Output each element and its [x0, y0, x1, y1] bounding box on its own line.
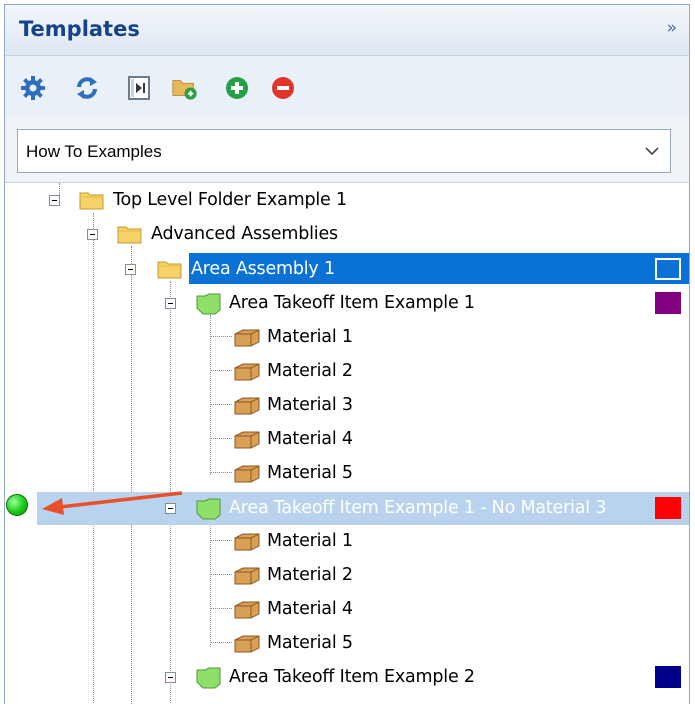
library-select-value: How To Examples [26, 142, 162, 161]
tree-node-label: Material 2 [267, 565, 353, 585]
tree-node-label: Material 1 [267, 531, 353, 551]
tree-node-takeoff-item-1[interactable]: Area Takeoff Item Example 1 [5, 287, 689, 321]
tree-node-label: Material 3 [267, 395, 353, 415]
color-swatch[interactable] [655, 292, 681, 314]
tree-node-takeoff-item-1-no-material-3[interactable]: Area Takeoff Item Example 1 - No Materia… [5, 492, 689, 526]
tree-node-material[interactable]: Material 4 [5, 593, 689, 627]
minus-circle-icon[interactable] [269, 74, 297, 102]
collapse-toggle[interactable] [49, 195, 60, 206]
collapse-toggle[interactable] [165, 672, 176, 683]
material-box-icon [234, 397, 260, 415]
tree-node-label: Material 4 [267, 599, 353, 619]
material-box-icon [234, 465, 260, 483]
material-box-icon [234, 533, 260, 551]
folder-icon [117, 226, 142, 244]
status-indicator-icon [6, 494, 28, 516]
tree-node-top-folder[interactable]: Top Level Folder Example 1 [5, 183, 689, 217]
panel-title: Templates [19, 17, 140, 41]
takeoff-item-icon [196, 667, 221, 689]
tree-node-label: Material 5 [267, 633, 353, 653]
toolbar [5, 56, 689, 116]
folder-add-icon[interactable] [171, 74, 199, 102]
collapse-toggle[interactable] [87, 229, 98, 240]
material-box-icon [234, 329, 260, 347]
template-tree: Top Level Folder Example 1 Advanced Asse… [5, 182, 689, 704]
material-box-icon [234, 431, 260, 449]
tree-node-material[interactable]: Material 5 [5, 627, 689, 661]
tree-node-advanced-assemblies[interactable]: Advanced Assemblies [5, 217, 689, 251]
tree-node-label: Area Takeoff Item Example 2 [229, 667, 475, 687]
tree-node-label: Top Level Folder Example 1 [113, 190, 347, 210]
chevron-down-icon[interactable] [644, 143, 660, 159]
tree-node-material[interactable]: Material 1 [5, 321, 689, 355]
tree-node-material[interactable]: Material 3 [5, 389, 689, 423]
color-swatch[interactable] [655, 666, 681, 688]
folder-icon [79, 192, 104, 210]
tree-node-label: Material 4 [267, 429, 353, 449]
library-select[interactable]: How To Examples [17, 129, 671, 173]
tree-node-label: Advanced Assemblies [151, 224, 338, 244]
collapse-toggle[interactable] [125, 264, 136, 275]
color-swatch[interactable] [655, 497, 681, 519]
panel-header: Templates » [5, 5, 689, 56]
material-box-icon [234, 363, 260, 381]
tree-node-takeoff-item-2[interactable]: Area Takeoff Item Example 2 [5, 661, 689, 695]
takeoff-item-icon [196, 498, 221, 520]
tree-node-label: Area Assembly 1 [191, 259, 335, 279]
tree-node-label: Material 5 [267, 463, 353, 483]
gear-icon[interactable] [19, 74, 47, 102]
material-box-icon [234, 567, 260, 585]
collapse-toggle[interactable] [165, 298, 176, 309]
plus-circle-icon[interactable] [223, 74, 251, 102]
tree-node-material[interactable]: Material 2 [5, 355, 689, 389]
tree-node-label: Material 1 [267, 327, 353, 347]
color-swatch[interactable] [655, 258, 681, 280]
tree-node-label: Area Takeoff Item Example 1 [229, 293, 475, 313]
double-chevron-right-icon[interactable]: » [667, 18, 677, 38]
tree-node-area-assembly-1[interactable]: Area Assembly 1 [5, 253, 689, 287]
tree-node-material[interactable]: Material 2 [5, 559, 689, 593]
tree-node-label: Area Takeoff Item Example 1 - No Materia… [229, 498, 607, 518]
tree-node-material[interactable]: Material 1 [5, 525, 689, 559]
material-box-icon [234, 601, 260, 619]
tree-node-label: Material 2 [267, 361, 353, 381]
step-icon[interactable] [125, 74, 153, 102]
tree-node-material[interactable]: Material 5 [5, 457, 689, 491]
collapse-toggle[interactable] [165, 503, 176, 514]
takeoff-item-icon [196, 293, 221, 315]
refresh-icon[interactable] [73, 74, 101, 102]
material-box-icon [234, 635, 260, 653]
tree-node-material[interactable]: Material 4 [5, 423, 689, 457]
templates-panel: Templates » How To Examples Top Level Fo… [4, 4, 690, 704]
folder-icon [157, 261, 182, 279]
